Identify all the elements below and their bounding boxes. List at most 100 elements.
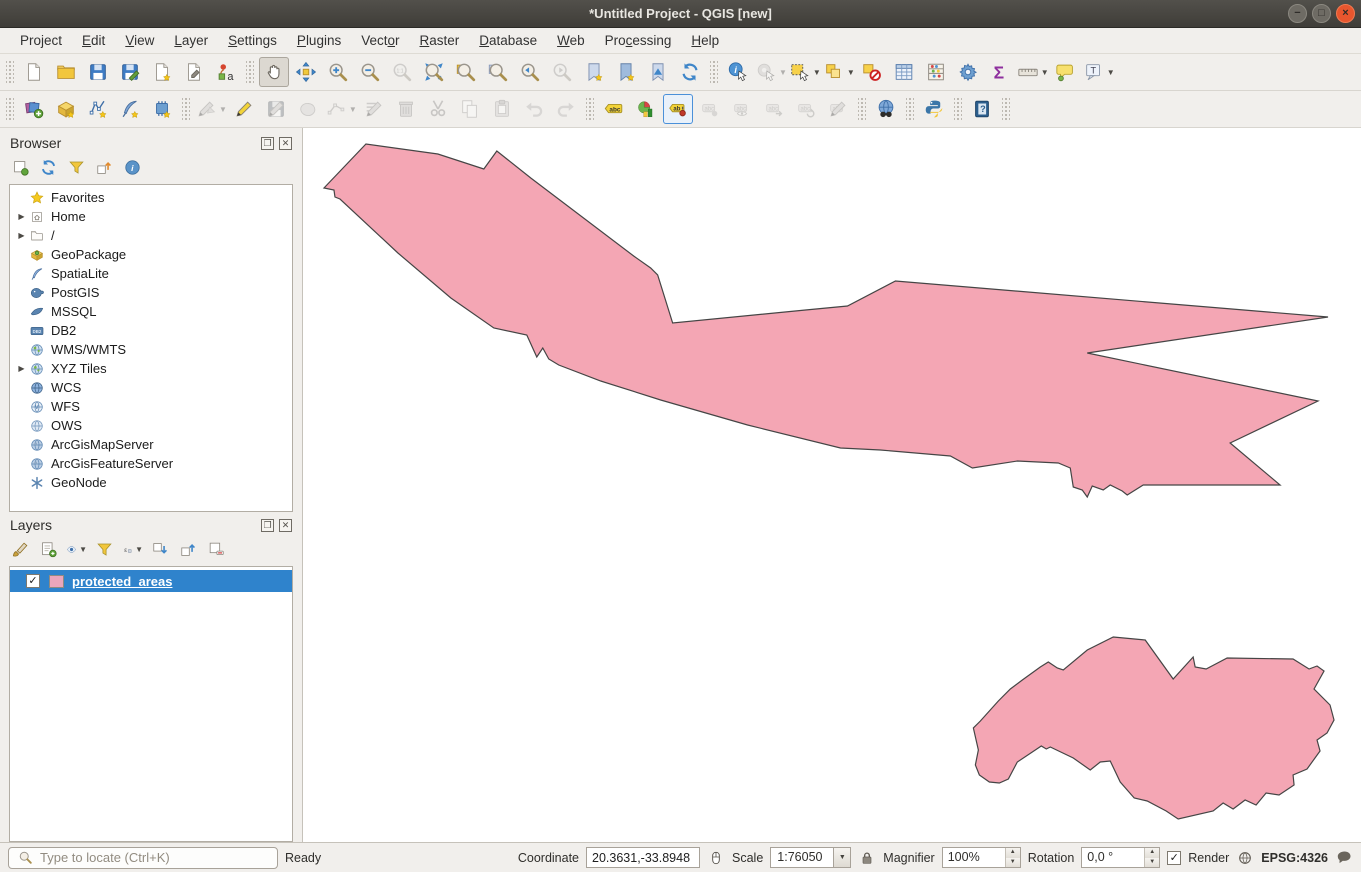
manage-map-themes-button[interactable]: ▼ bbox=[66, 539, 87, 560]
expander-icon[interactable]: ▶ bbox=[15, 212, 28, 221]
current-edits-button[interactable]: ▼ bbox=[195, 94, 227, 124]
messages-icon[interactable] bbox=[1335, 849, 1353, 867]
toggle-editing-button[interactable] bbox=[229, 94, 259, 124]
scale-combo[interactable]: 1:76050 ▼ bbox=[770, 847, 851, 868]
zoom-out-button[interactable] bbox=[355, 57, 385, 87]
refresh-browser-button[interactable] bbox=[38, 157, 59, 178]
browser-item-db2[interactable]: DB2DB2 bbox=[10, 321, 292, 340]
browser-item-arcgisfeatureserver[interactable]: ArcGisFeatureServer bbox=[10, 454, 292, 473]
minimize-button[interactable]: − bbox=[1288, 4, 1307, 23]
help-contents-button[interactable]: ? bbox=[967, 94, 997, 124]
maximize-button[interactable]: □ bbox=[1312, 4, 1331, 23]
layer-labeling-button[interactable]: abc bbox=[599, 94, 629, 124]
new-geopackage-layer-button[interactable] bbox=[51, 94, 81, 124]
zoom-to-selection-button[interactable] bbox=[451, 57, 481, 87]
zoom-to-layer-button[interactable] bbox=[483, 57, 513, 87]
menu-help[interactable]: Help bbox=[681, 29, 729, 52]
identify-features-button[interactable]: i bbox=[723, 57, 753, 87]
browser-item-ows[interactable]: OWS bbox=[10, 416, 292, 435]
highlight-pinned-labels-button[interactable]: abc bbox=[695, 94, 725, 124]
expander-icon[interactable]: ▶ bbox=[15, 231, 28, 240]
dropdown-arrow-icon[interactable]: ▼ bbox=[1041, 68, 1049, 77]
modify-attributes-button[interactable] bbox=[359, 94, 389, 124]
show-layout-manager-button[interactable] bbox=[179, 57, 209, 87]
processing-toolbox-button[interactable] bbox=[953, 57, 983, 87]
menu-web[interactable]: Web bbox=[547, 29, 595, 52]
browser-item-wms-wmts[interactable]: WMS/WMTS bbox=[10, 340, 292, 359]
change-label-button[interactable]: abc bbox=[823, 94, 853, 124]
python-console-button[interactable] bbox=[919, 94, 949, 124]
open-layer-styling-button[interactable] bbox=[10, 539, 31, 560]
locator-search[interactable] bbox=[8, 847, 278, 869]
expander-icon[interactable]: ▶ bbox=[15, 364, 28, 373]
filter-legend-button[interactable] bbox=[94, 539, 115, 560]
map-canvas[interactable] bbox=[302, 128, 1361, 842]
cut-features-button[interactable] bbox=[423, 94, 453, 124]
filter-browser-button[interactable] bbox=[66, 157, 87, 178]
menu-plugins[interactable]: Plugins bbox=[287, 29, 351, 52]
menu-processing[interactable]: Processing bbox=[595, 29, 682, 52]
collapse-all-layers-button[interactable] bbox=[178, 539, 199, 560]
browser-item-wcs[interactable]: WCS bbox=[10, 378, 292, 397]
lock-scale-icon[interactable] bbox=[858, 849, 876, 867]
layers-float-button[interactable]: ❐ bbox=[261, 519, 274, 532]
zoom-next-button[interactable] bbox=[547, 57, 577, 87]
dropdown-arrow-icon[interactable]: ▼ bbox=[349, 105, 357, 114]
menu-settings[interactable]: Settings bbox=[218, 29, 287, 52]
magnifier-spinbox[interactable]: 100% ▲▼ bbox=[942, 847, 1021, 868]
menu-layer[interactable]: Layer bbox=[164, 29, 218, 52]
magnifier-spin-buttons[interactable]: ▲▼ bbox=[1005, 848, 1020, 867]
expand-all-button[interactable] bbox=[150, 539, 171, 560]
save-project-as-button[interactable] bbox=[115, 57, 145, 87]
zoom-full-button[interactable] bbox=[419, 57, 449, 87]
extents-tracking-icon[interactable] bbox=[707, 849, 725, 867]
browser-item-arcgismapserver[interactable]: ArcGisMapServer bbox=[10, 435, 292, 454]
menu-project[interactable]: Project bbox=[10, 29, 72, 52]
add-group-button[interactable] bbox=[38, 539, 59, 560]
crs-globe-icon[interactable] bbox=[1236, 849, 1254, 867]
close-button[interactable]: × bbox=[1336, 4, 1355, 23]
layer-diagram-button[interactable] bbox=[631, 94, 661, 124]
map-tips-button[interactable] bbox=[1051, 57, 1081, 87]
refresh-map-button[interactable] bbox=[675, 57, 705, 87]
dropdown-arrow-icon[interactable]: ▼ bbox=[779, 68, 787, 77]
select-features-by-value-button[interactable]: ▼ bbox=[823, 57, 855, 87]
measure-line-button[interactable]: ▼ bbox=[1017, 57, 1049, 87]
paste-features-button[interactable] bbox=[487, 94, 517, 124]
dropdown-arrow-icon[interactable]: ▼ bbox=[135, 545, 143, 554]
show-bookmarks-button[interactable] bbox=[611, 57, 641, 87]
menu-view[interactable]: View bbox=[115, 29, 164, 52]
rotate-label-button[interactable]: abc bbox=[791, 94, 821, 124]
new-virtual-layer-button[interactable] bbox=[147, 94, 177, 124]
new-spatialite-layer-button[interactable] bbox=[115, 94, 145, 124]
pin-labels-button[interactable]: ab bbox=[663, 94, 693, 124]
menu-edit[interactable]: Edit bbox=[72, 29, 115, 52]
browser-item-geopackage[interactable]: GeoPackage bbox=[10, 245, 292, 264]
field-calculator-button[interactable] bbox=[921, 57, 951, 87]
save-layer-edits-button[interactable] bbox=[261, 94, 291, 124]
dropdown-arrow-icon[interactable]: ▼ bbox=[847, 68, 855, 77]
rotation-spin-buttons[interactable]: ▲▼ bbox=[1144, 848, 1159, 867]
statistical-summary-button[interactable]: Σ bbox=[985, 57, 1015, 87]
metasearch-button[interactable] bbox=[871, 94, 901, 124]
pan-to-selection-button[interactable] bbox=[291, 57, 321, 87]
browser-item-wfs[interactable]: VWFS bbox=[10, 397, 292, 416]
open-attribute-table-button[interactable] bbox=[889, 57, 919, 87]
layer-visibility-checkbox[interactable]: ✓ bbox=[26, 574, 40, 588]
new-project-button[interactable] bbox=[19, 57, 49, 87]
copy-features-button[interactable] bbox=[455, 94, 485, 124]
browser-item-spatialite[interactable]: SpatiaLite bbox=[10, 264, 292, 283]
deselect-features-button[interactable] bbox=[857, 57, 887, 87]
data-source-manager-button[interactable] bbox=[19, 94, 49, 124]
filter-by-expression-button[interactable]: ε▼ bbox=[122, 539, 143, 560]
show-hide-labels-button[interactable]: abc bbox=[727, 94, 757, 124]
scale-dropdown-button[interactable]: ▼ bbox=[833, 848, 850, 867]
add-selected-layers-button[interactable] bbox=[10, 157, 31, 178]
render-checkbox[interactable]: ✓ bbox=[1167, 851, 1181, 865]
dropdown-arrow-icon[interactable]: ▼ bbox=[219, 105, 227, 114]
style-manager-button[interactable]: a bbox=[211, 57, 241, 87]
zoom-native-button[interactable]: 1:1 bbox=[387, 57, 417, 87]
new-print-layout-button[interactable] bbox=[147, 57, 177, 87]
run-feature-action-button[interactable]: ▼ bbox=[755, 57, 787, 87]
delete-selected-button[interactable] bbox=[391, 94, 421, 124]
